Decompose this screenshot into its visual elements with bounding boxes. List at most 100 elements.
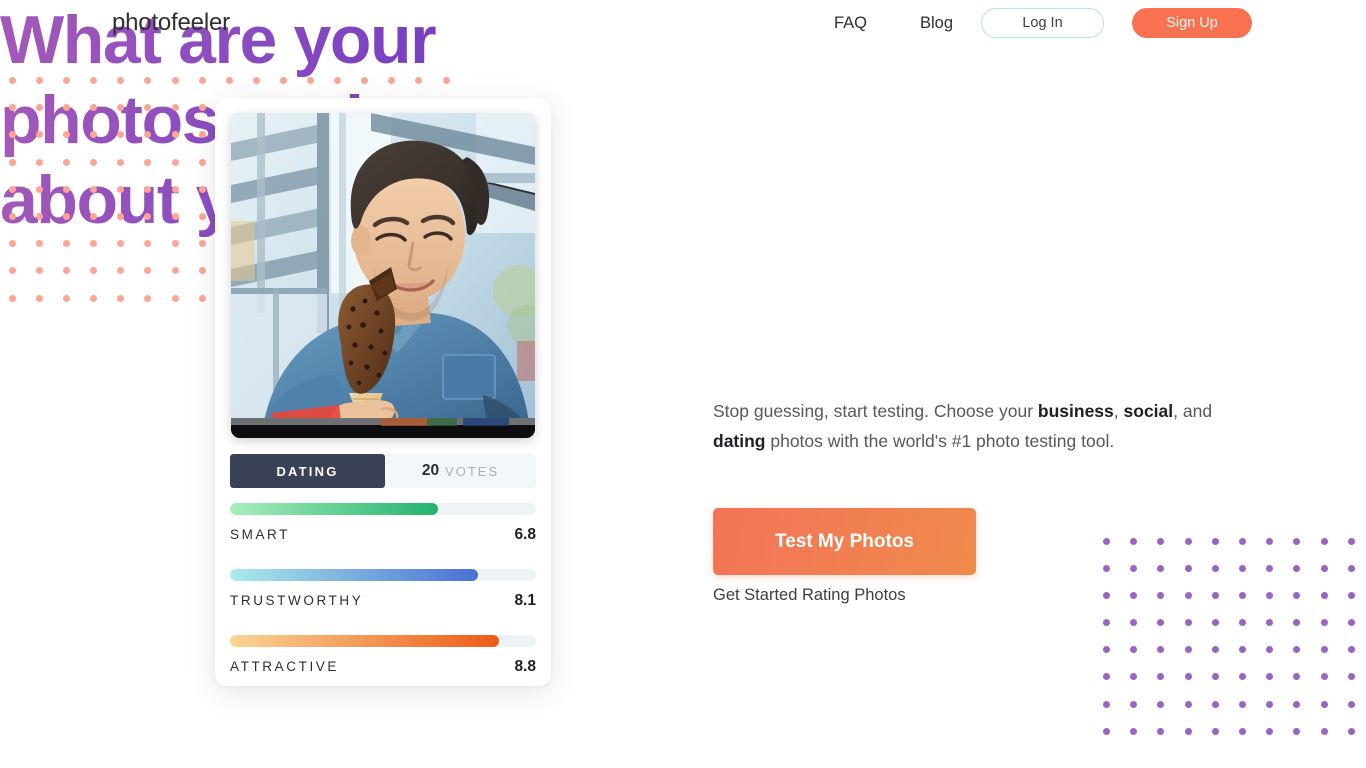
decorative-dot <box>1211 538 1219 545</box>
hero-subtitle-text: Stop guessing, start testing. Choose you… <box>713 401 1038 421</box>
votes-label: VOTES <box>445 463 500 479</box>
profile-photo[interactable] <box>231 113 535 438</box>
decorative-dot <box>1266 700 1274 708</box>
decorative-dot <box>171 185 179 193</box>
decorative-dot <box>1293 646 1301 654</box>
decorative-dot <box>1103 592 1110 600</box>
decorative-dot <box>36 267 44 275</box>
trait-bar-fill-attractive <box>230 635 500 647</box>
tab-dating[interactable]: DATING <box>230 454 385 488</box>
decorative-dot <box>198 104 206 112</box>
trait-label-smart: SMART <box>230 527 291 542</box>
trait-label-trustworthy: TRUSTWORTHY <box>230 593 364 608</box>
decorative-dot <box>144 158 152 166</box>
decorative-dot <box>171 104 179 112</box>
photo-score-card: DATING 20 VOTES SMART 6.8 TRUSTWORTHY 8.… <box>215 98 551 686</box>
decorative-dot <box>1266 673 1274 681</box>
test-my-photos-button[interactable]: Test My Photos <box>713 508 976 575</box>
decorative-dot <box>144 185 152 193</box>
decorative-dot <box>1320 646 1328 654</box>
decorative-dot <box>1103 619 1110 627</box>
decorative-dot <box>1266 646 1274 654</box>
decorative-dot <box>63 185 71 193</box>
decorative-dot <box>90 185 98 193</box>
decorative-dot <box>1347 700 1355 708</box>
decorative-dot <box>171 131 179 139</box>
decorative-dot <box>171 240 179 248</box>
decorative-dot <box>1266 592 1274 600</box>
decorative-dot <box>63 158 71 166</box>
decorative-dot <box>36 294 44 302</box>
trait-score-trustworthy: 8.1 <box>514 592 536 609</box>
decorative-dot <box>36 185 44 193</box>
decorative-dot <box>9 294 16 302</box>
decorative-dot <box>198 240 206 248</box>
decorative-dot <box>1103 538 1110 545</box>
decorative-dot <box>117 267 125 275</box>
decorative-dot <box>1184 673 1192 681</box>
decorative-dot <box>279 77 287 84</box>
trait-row: SMART 6.8 <box>230 503 536 544</box>
decorative-dot <box>1211 727 1219 735</box>
decorative-dot <box>198 77 206 84</box>
decorative-dot <box>307 77 315 84</box>
decorative-dot <box>36 131 44 139</box>
decorative-dot <box>9 212 16 220</box>
decorative-dot <box>1157 646 1165 654</box>
decorative-dot <box>1238 565 1246 573</box>
decorative-dot <box>36 104 44 112</box>
log-in-button[interactable]: Log In <box>981 8 1104 38</box>
decorative-dot <box>1293 592 1301 600</box>
decorative-dot <box>1103 727 1110 735</box>
decorative-dot <box>9 240 16 248</box>
decorative-dot <box>144 294 152 302</box>
decorative-dot <box>63 240 71 248</box>
trait-score-smart: 6.8 <box>514 526 536 543</box>
votes-count: 20 <box>421 462 440 479</box>
decorative-dot <box>171 267 179 275</box>
decorative-dot <box>1347 646 1355 654</box>
decorative-dot <box>9 158 16 166</box>
votes-indicator[interactable]: 20 VOTES <box>385 454 536 488</box>
decorative-dot <box>1184 727 1192 735</box>
brand-logo[interactable]: photofeeler <box>112 9 230 37</box>
decorative-dot <box>1130 619 1138 627</box>
sign-up-button[interactable]: Sign Up <box>1132 8 1252 38</box>
decorative-dot <box>117 158 125 166</box>
decorative-dot <box>1211 646 1219 654</box>
decorative-dot <box>9 131 16 139</box>
decorative-dot <box>63 294 71 302</box>
decorative-dot <box>1211 619 1219 627</box>
decorative-dot <box>1130 592 1138 600</box>
decorative-dot <box>117 185 125 193</box>
decorative-dot <box>1320 619 1328 627</box>
decorative-dot <box>1211 700 1219 708</box>
decorative-dot <box>361 77 369 84</box>
hero-subtitle-emphasis: social <box>1123 401 1174 421</box>
decorative-dot <box>198 267 206 275</box>
nav-link-blog[interactable]: Blog <box>920 14 953 33</box>
decorative-dot <box>1320 727 1328 735</box>
nav-link-faq[interactable]: FAQ <box>834 14 867 33</box>
decorative-dot <box>90 212 98 220</box>
trait-row: TRUSTWORTHY 8.1 <box>230 569 536 610</box>
decorative-dot <box>90 158 98 166</box>
decorative-dot <box>117 294 125 302</box>
profile-photo-image <box>231 113 535 438</box>
trait-bar-track-attractive <box>230 635 536 647</box>
decorative-dot <box>63 131 71 139</box>
get-started-link[interactable]: Get Started Rating Photos <box>713 586 906 605</box>
decorative-dot <box>144 212 152 220</box>
decorative-dot <box>117 212 125 220</box>
decorative-dot <box>198 185 206 193</box>
decorative-dot <box>442 77 450 84</box>
trait-label-attractive: ATTRACTIVE <box>230 659 340 674</box>
decorative-dot <box>1130 673 1138 681</box>
decorative-dot <box>1320 700 1328 708</box>
hero-subtitle-emphasis: dating <box>713 431 766 451</box>
trait-bar-fill-smart <box>230 503 439 515</box>
decorative-dot <box>1293 565 1301 573</box>
decorative-dot <box>1103 673 1110 681</box>
decorative-dot <box>1347 727 1355 735</box>
decorative-dot <box>1157 592 1165 600</box>
